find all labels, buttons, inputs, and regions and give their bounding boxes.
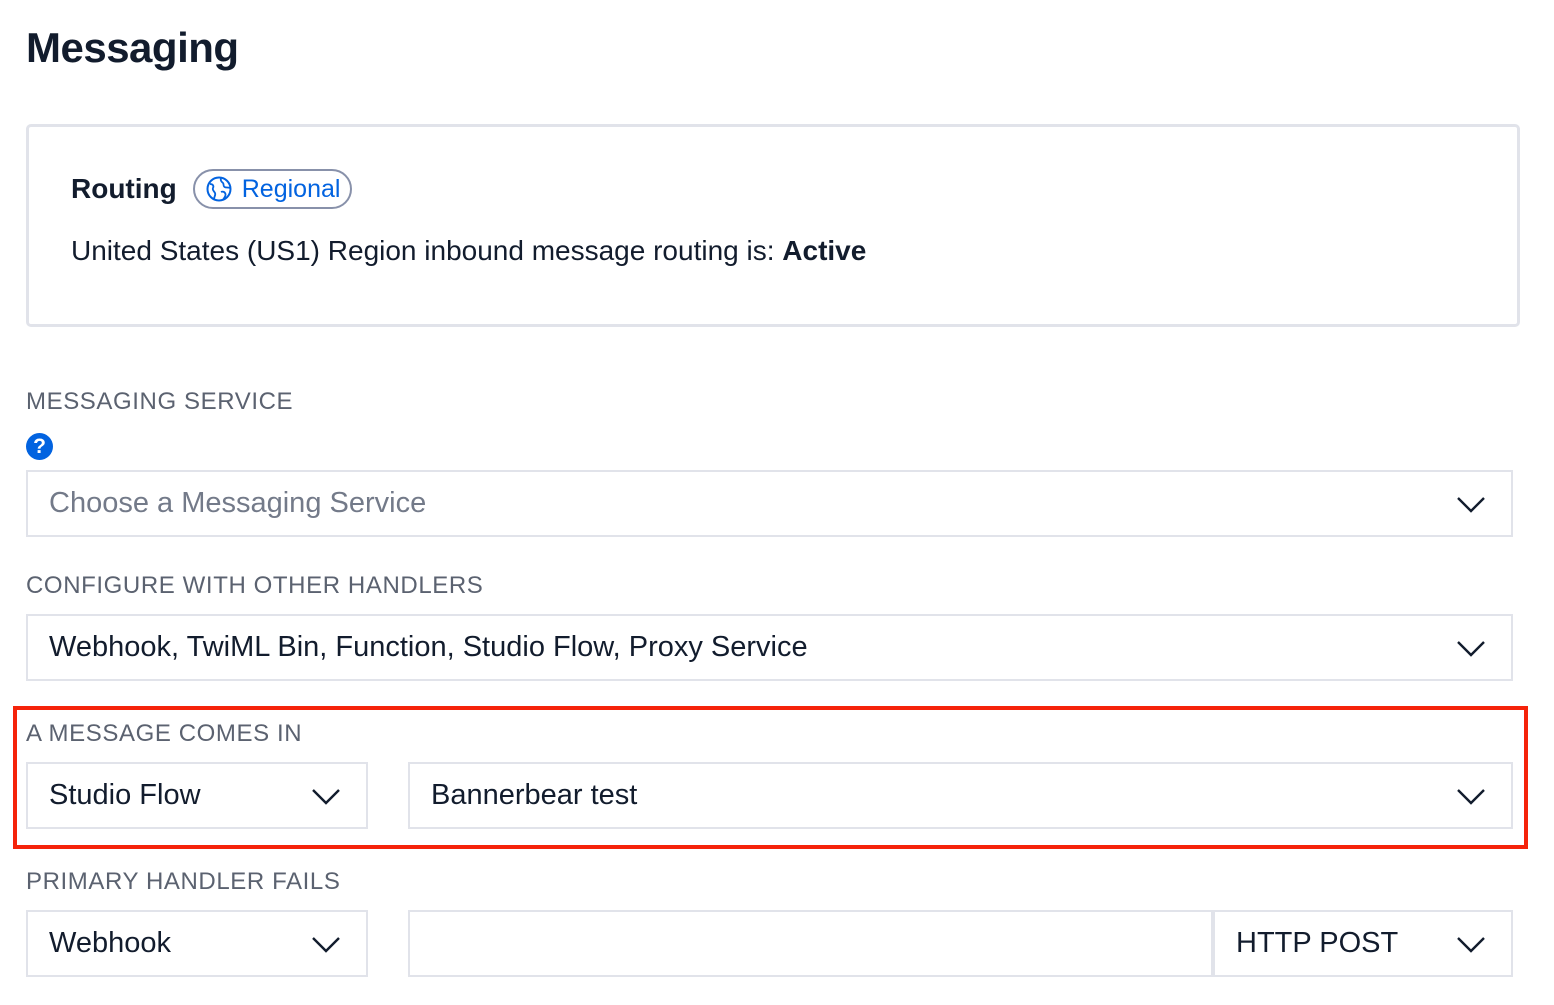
message-comes-in-type-select[interactable]: Studio Flow: [26, 762, 368, 829]
chevron-down-icon: [1457, 788, 1485, 805]
primary-handler-fails-label: PRIMARY HANDLER FAILS: [26, 868, 341, 895]
primary-handler-fails-type-value: Webhook: [49, 927, 171, 959]
other-handlers-select[interactable]: Webhook, TwiML Bin, Function, Studio Flo…: [26, 614, 1513, 681]
routing-header: Routing Regional: [71, 169, 353, 209]
globe-icon: [206, 176, 232, 202]
message-comes-in-type-value: Studio Flow: [49, 779, 201, 811]
routing-status-text: United States (US1) Region inbound messa…: [71, 235, 783, 266]
other-handlers-value: Webhook, TwiML Bin, Function, Studio Flo…: [49, 631, 808, 663]
messaging-config-page: Messaging Routing Regional United States…: [0, 0, 1554, 1005]
messaging-service-label: MESSAGING SERVICE: [26, 388, 294, 415]
regional-badge: Regional: [192, 169, 353, 209]
other-handlers-label: CONFIGURE WITH OTHER HANDLERS: [26, 572, 484, 599]
messaging-service-select[interactable]: Choose a Messaging Service: [26, 470, 1513, 537]
primary-handler-fails-url-input[interactable]: [408, 910, 1213, 977]
chevron-down-icon: [312, 788, 340, 805]
chevron-down-icon: [1457, 496, 1485, 513]
message-comes-in-flow-select[interactable]: Bannerbear test: [408, 762, 1513, 829]
question-circle-icon[interactable]: ?: [26, 433, 53, 460]
routing-card: Routing Regional United States (US1) Reg…: [26, 124, 1520, 327]
message-comes-in-label: A MESSAGE COMES IN: [26, 720, 303, 747]
chevron-down-icon: [1457, 640, 1485, 657]
chevron-down-icon: [1457, 936, 1485, 953]
routing-title: Routing: [71, 173, 177, 204]
regional-badge-label: Regional: [241, 174, 341, 203]
chevron-down-icon: [312, 936, 340, 953]
primary-handler-fails-type-select[interactable]: Webhook: [26, 910, 368, 977]
http-method-value: HTTP POST: [1236, 927, 1399, 959]
page-title: Messaging: [26, 24, 239, 71]
message-comes-in-flow-value: Bannerbear test: [431, 779, 638, 811]
http-method-select[interactable]: HTTP POST: [1213, 910, 1513, 977]
routing-status: United States (US1) Region inbound messa…: [71, 235, 866, 267]
messaging-service-placeholder: Choose a Messaging Service: [49, 487, 427, 519]
routing-status-value: Active: [782, 235, 867, 266]
